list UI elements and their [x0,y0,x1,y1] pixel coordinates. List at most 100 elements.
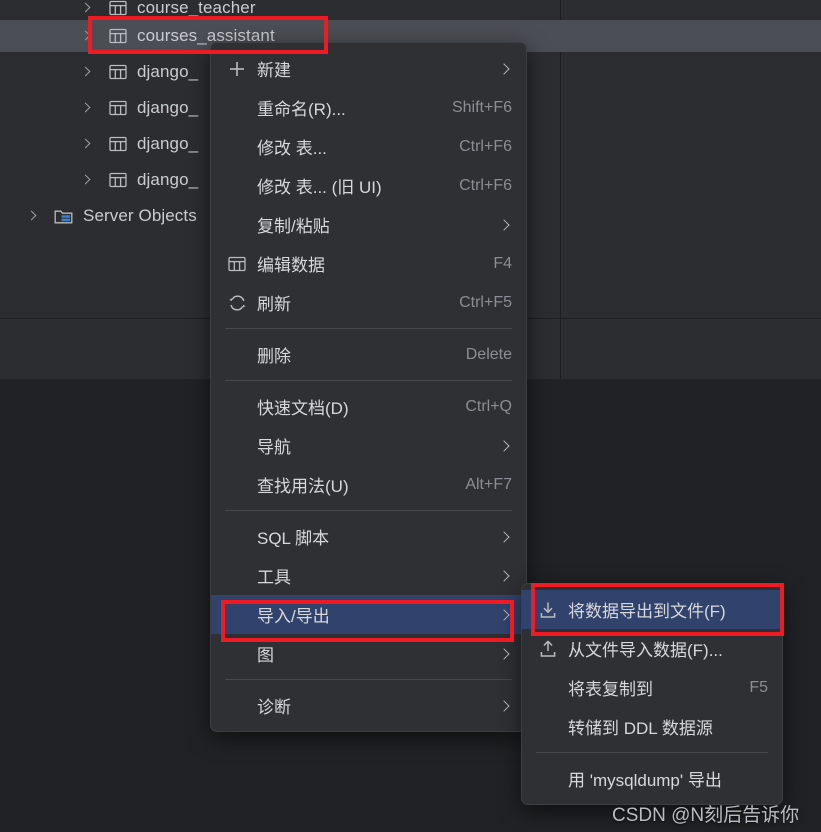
menu-item-accelerator: F5 [749,678,768,696]
plus-icon [230,61,244,76]
chevron-right-icon [498,218,512,232]
menu-item[interactable]: 复制/粘贴 [211,205,526,244]
table-icon [109,100,127,116]
menu-item-icon-placeholder [225,175,249,197]
menu-item-label: 用 'mysqldump' 导出 [568,771,722,790]
chevron-right-icon[interactable] [78,172,94,188]
chevron-right-icon[interactable] [78,28,94,44]
table-icon [109,28,127,44]
menu-item[interactable]: 重命名(R)... Shift+F6 [211,88,526,127]
menu-item-label: 删除 [257,347,291,366]
menu-item-icon-placeholder [225,695,249,717]
menu-item[interactable]: 新建 [211,49,526,88]
table-icon [108,27,128,45]
table-icon [108,63,128,81]
download-icon [540,602,556,618]
table-icon [108,135,128,153]
table-icon [108,99,128,117]
server-folder-icon [54,207,74,225]
menu-item-label: 新建 [257,61,291,80]
menu-separator [225,380,512,381]
menu-item-accelerator: Ctrl+Q [465,397,512,415]
menu-item-icon-placeholder [225,97,249,119]
menu-item-label: 修改 表... [257,139,327,158]
table-icon [228,256,246,271]
chevron-right-icon[interactable] [78,0,94,16]
context-menu[interactable]: 新建 重命名(R)... Shift+F6 修改 表... Ctrl+F6 修改 表...… [210,42,527,732]
table-icon [108,0,128,17]
menu-item-accelerator: Ctrl+F5 [459,293,512,311]
menu-item-accelerator: Alt+F7 [465,475,512,493]
menu-item[interactable]: 修改 表... Ctrl+F6 [211,127,526,166]
menu-item-accelerator: Shift+F6 [451,98,512,116]
menu-item[interactable]: 编辑数据 F4 [211,244,526,283]
menu-item-icon-placeholder [225,604,249,626]
menu-item-label: 修改 表... (旧 UI) [257,178,382,197]
menu-item[interactable]: SQL 脚本 [211,517,526,556]
upload-icon [536,638,560,660]
chevron-right-icon [498,699,512,713]
table-icon [109,172,127,188]
menu-item[interactable]: 修改 表... (旧 UI) Ctrl+F6 [211,166,526,205]
table-icon [109,0,127,16]
table-icon [109,64,127,80]
menu-item-icon-placeholder [225,136,249,158]
menu-item-accelerator: Delete [465,345,512,363]
menu-item[interactable]: 导航 [211,426,526,465]
tree-item-label: django_ [137,62,199,81]
chevron-right-icon [498,647,512,661]
import-export-submenu[interactable]: 将数据导出到文件(F) 从文件导入数据(F)... 将表复制到 F5 转储到 DDL 数… [521,583,783,805]
tree-item-label: django_ [137,170,199,189]
chevron-right-icon [498,530,512,544]
menu-item[interactable]: 将数据导出到文件(F) [522,590,782,629]
menu-item-label: 编辑数据 [257,256,325,275]
chevron-right-icon [498,569,512,583]
menu-item[interactable]: 用 'mysqldump' 导出 [522,759,782,798]
menu-item[interactable]: 删除 Delete [211,335,526,374]
refresh-icon [225,292,249,314]
menu-separator [536,752,768,753]
menu-item-label: 将数据导出到文件(F) [568,602,726,621]
menu-item[interactable]: 诊断 [211,686,526,725]
menu-item[interactable]: 查找用法(U) Alt+F7 [211,465,526,504]
menu-item-icon-placeholder [225,526,249,548]
menu-item-icon-placeholder [536,677,560,699]
chevron-right-icon[interactable] [24,208,40,224]
menu-item-label: 转储到 DDL 数据源 [568,719,713,738]
download-icon [536,599,560,621]
chevron-right-icon[interactable] [78,136,94,152]
menu-item-icon-placeholder [225,214,249,236]
menu-item-label: 查找用法(U) [257,477,349,496]
menu-item[interactable]: 图 [211,634,526,673]
ide-window: course_teacher courses_assistant django_ dj… [0,0,821,832]
menu-item-icon-placeholder [225,396,249,418]
menu-item-label: 从文件导入数据(F)... [568,641,723,660]
menu-item-label: 刷新 [257,295,291,314]
menu-item[interactable]: 导入/导出 [211,595,526,634]
table-icon [109,136,127,152]
menu-item-accelerator: Ctrl+F6 [459,137,512,155]
upload-icon [540,640,556,657]
menu-item-icon-placeholder [225,474,249,496]
menu-item-icon-placeholder [536,768,560,790]
menu-item-label: 工具 [257,568,291,587]
menu-item-icon-placeholder [225,344,249,366]
plus-icon [225,58,249,80]
tree-item-label: Server Objects [83,206,197,225]
menu-item[interactable]: 将表复制到 F5 [522,668,782,707]
menu-item-icon-placeholder [536,716,560,738]
chevron-right-icon[interactable] [78,100,94,116]
menu-item[interactable]: 从文件导入数据(F)... [522,629,782,668]
menu-item[interactable]: 快速文档(D) Ctrl+Q [211,387,526,426]
menu-item[interactable]: 工具 [211,556,526,595]
tree-item-label: course_teacher [137,0,256,17]
menu-separator [225,328,512,329]
menu-item-icon-placeholder [225,643,249,665]
menu-item-label: 快速文档(D) [257,399,349,418]
menu-item-label: SQL 脚本 [257,529,330,548]
menu-item[interactable]: 转储到 DDL 数据源 [522,707,782,746]
menu-item[interactable]: 刷新 Ctrl+F5 [211,283,526,322]
chevron-right-icon[interactable] [78,64,94,80]
menu-separator [225,510,512,511]
menu-item-label: 图 [257,646,274,665]
